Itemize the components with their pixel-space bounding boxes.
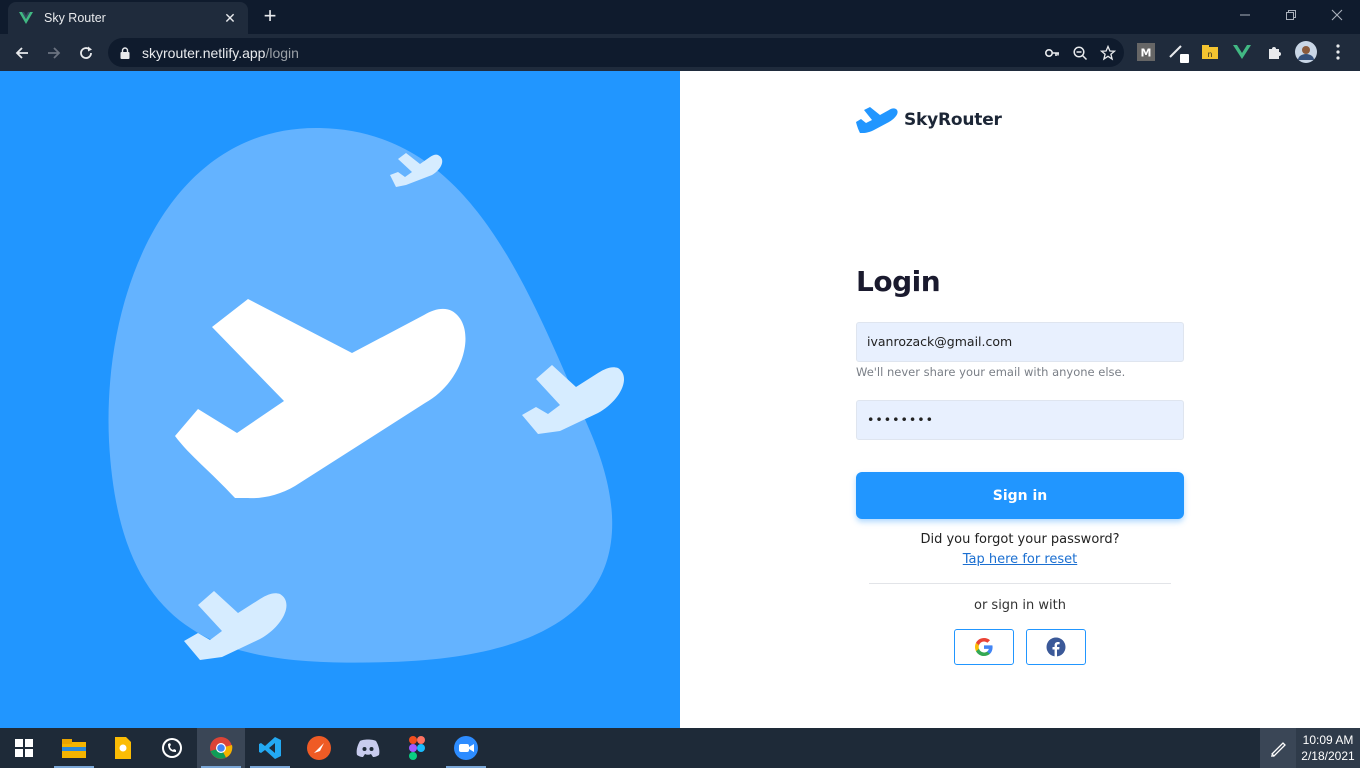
tab-close-icon[interactable]: ✕ [222, 10, 238, 27]
zoom-video-icon [454, 736, 478, 760]
google-signin-button[interactable] [954, 629, 1014, 665]
url-path: /login [265, 44, 299, 61]
arrow-right-icon [48, 47, 61, 59]
clock-time: 10:09 AM [1302, 733, 1354, 747]
facebook-signin-button[interactable] [1026, 629, 1086, 665]
url-text: skyrouter.netlify.app/login [142, 45, 299, 61]
vue-devtools-icon[interactable] [1231, 41, 1253, 63]
url-host: skyrouter.netlify.app [142, 44, 266, 61]
browser-tab-strip: Sky Router ✕ + [0, 0, 1360, 34]
address-bar[interactable]: skyrouter.netlify.app/login [108, 38, 1124, 67]
extensions-puzzle-icon[interactable] [1263, 41, 1285, 63]
reload-button[interactable] [72, 39, 100, 67]
taskbar-figma[interactable] [393, 728, 441, 768]
chrome-icon [210, 737, 233, 759]
windows-taskbar: 10:09 AM 2/18/2021 [0, 728, 1360, 768]
reload-icon [80, 46, 92, 59]
close-window-button[interactable] [1314, 0, 1360, 30]
email-helper-text: We'll never share your email with anyone… [856, 365, 1126, 379]
minimize-button[interactable] [1222, 0, 1268, 30]
google-icon [975, 638, 993, 656]
svg-text:n: n [1208, 50, 1212, 59]
browser-tab[interactable]: Sky Router ✕ [8, 2, 248, 34]
taskbar-discord[interactable] [344, 728, 392, 768]
back-button[interactable] [8, 39, 36, 67]
forward-button[interactable] [40, 39, 68, 67]
svg-text:M: M [1141, 47, 1152, 60]
restore-button[interactable] [1268, 0, 1314, 30]
email-input[interactable]: ivanrozack@gmail.com [856, 322, 1184, 362]
medium-extension-icon[interactable]: M [1135, 41, 1157, 63]
figma-icon [409, 736, 425, 760]
brand-logo[interactable]: SkyRouter [856, 105, 1002, 135]
taskbar-whatsapp[interactable] [148, 728, 196, 768]
new-tab-button[interactable]: + [258, 5, 282, 29]
login-page: SkyRouter Login ivanrozack@gmail.com We'… [0, 71, 1360, 728]
whatsapp-icon [162, 738, 182, 758]
brand-name: SkyRouter [904, 110, 1002, 130]
arrow-left-icon [15, 47, 28, 59]
tab-title: Sky Router [44, 11, 106, 25]
postman-icon [307, 736, 331, 760]
taskbar-zoom[interactable] [442, 728, 490, 768]
social-signin-label: or sign in with [973, 598, 1066, 613]
taskbar-file-explorer[interactable] [50, 728, 98, 768]
taskbar-chrome[interactable] [197, 728, 245, 768]
forgot-password-text: Did you forgot your password? [920, 532, 1120, 547]
taskbar-google-keep[interactable] [99, 728, 147, 768]
password-input[interactable]: •••••••• [856, 400, 1184, 440]
divider [869, 583, 1171, 584]
planes-illustration [108, 127, 625, 663]
login-panel: SkyRouter Login ivanrozack@gmail.com We'… [680, 71, 1360, 728]
vue-favicon-icon [19, 12, 33, 24]
bookmark-star-icon[interactable] [1100, 44, 1116, 61]
hero-illustration-panel [0, 71, 680, 728]
menu-kebab-icon[interactable] [1327, 41, 1349, 63]
page-title: Login [856, 265, 941, 298]
restore-icon [1286, 10, 1296, 20]
profile-avatar[interactable] [1295, 41, 1317, 63]
sign-in-button[interactable]: Sign in [856, 472, 1184, 519]
clock-date: 2/18/2021 [1301, 749, 1355, 763]
vscode-icon [259, 737, 281, 759]
windows-logo-icon [15, 739, 33, 757]
zoom-out-icon[interactable] [1072, 45, 1088, 61]
close-icon [1331, 9, 1343, 21]
browser-toolbar: skyrouter.netlify.app/login M n [0, 34, 1360, 71]
taskbar-postman[interactable] [295, 728, 343, 768]
keep-bulb-icon [115, 737, 131, 759]
taskbar-vs-code[interactable] [246, 728, 294, 768]
windows-start-button[interactable] [0, 728, 48, 768]
system-clock[interactable]: 10:09 AM 2/18/2021 [1296, 728, 1360, 768]
pen-extension-icon[interactable] [1167, 41, 1189, 63]
airplane-logo-icon [856, 107, 898, 133]
folder-icon [62, 739, 86, 758]
lock-icon [120, 46, 130, 59]
discord-icon [356, 739, 380, 757]
facebook-icon [1046, 637, 1066, 657]
folder-extension-icon[interactable]: n [1199, 41, 1221, 63]
key-icon[interactable] [1044, 45, 1060, 61]
reset-password-link[interactable]: Tap here for reset [856, 552, 1184, 567]
tray-pen-icon[interactable] [1260, 728, 1296, 768]
minimize-icon [1240, 14, 1250, 16]
